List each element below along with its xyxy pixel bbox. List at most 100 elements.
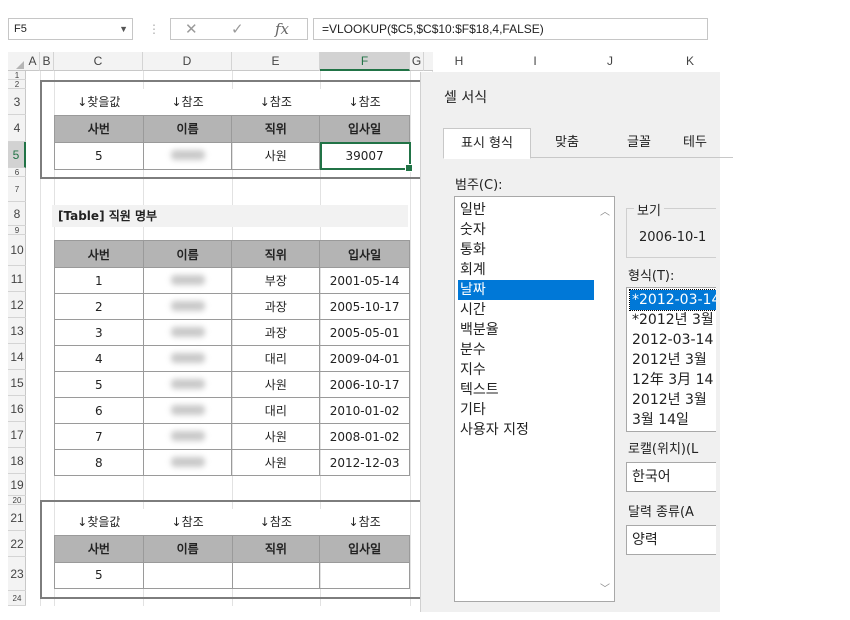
- column-header-f[interactable]: F: [320, 52, 410, 71]
- header-cell[interactable]: 이름: [142, 240, 233, 268]
- cell-date[interactable]: 2009-04-01: [319, 345, 410, 372]
- list-item[interactable]: 분수: [458, 340, 594, 360]
- list-item[interactable]: 일반: [458, 200, 594, 220]
- row-header-18[interactable]: 18: [8, 448, 26, 474]
- list-item[interactable]: 사용자 지정: [458, 420, 594, 440]
- header-cell[interactable]: 입사일: [319, 240, 410, 268]
- cell-date[interactable]: 2005-05-01: [319, 319, 410, 346]
- cell-name[interactable]: [142, 397, 233, 424]
- list-item[interactable]: 12年 3月 14: [630, 370, 716, 390]
- cell-name[interactable]: [142, 267, 233, 294]
- row-header-9[interactable]: 9: [8, 226, 26, 235]
- column-header-b[interactable]: B: [40, 52, 54, 71]
- cell-f23[interactable]: [319, 561, 410, 589]
- column-header-k[interactable]: K: [665, 52, 715, 71]
- cell-id[interactable]: 6: [54, 397, 144, 424]
- row-header-21[interactable]: 21: [8, 505, 26, 531]
- row-header-15[interactable]: 15: [8, 370, 26, 396]
- cell-id[interactable]: 4: [54, 345, 144, 372]
- header-cell[interactable]: 사번: [54, 114, 144, 143]
- list-item[interactable]: 3월 14일: [630, 410, 716, 430]
- row-header-5[interactable]: 5: [8, 142, 26, 168]
- list-item[interactable]: *2012년 3월: [630, 310, 716, 330]
- column-header-h[interactable]: H: [434, 52, 484, 71]
- row-header-6[interactable]: 6: [8, 168, 26, 177]
- row-header-17[interactable]: 17: [8, 422, 26, 448]
- cell-title[interactable]: 대리: [231, 397, 321, 424]
- select-all-button[interactable]: [8, 52, 26, 71]
- cell-id[interactable]: 7: [54, 423, 144, 450]
- header-cell[interactable]: 이름: [142, 114, 233, 143]
- row-header-8[interactable]: 8: [8, 202, 26, 226]
- cell-c23[interactable]: 5: [54, 561, 144, 589]
- row-header-12[interactable]: 12: [8, 292, 26, 318]
- list-item[interactable]: 통화: [458, 240, 594, 260]
- cell-name[interactable]: [142, 423, 233, 450]
- cell-name[interactable]: [142, 371, 233, 398]
- cell-name[interactable]: [142, 293, 233, 320]
- row-header-7[interactable]: 7: [8, 177, 26, 202]
- list-item[interactable]: 지수: [458, 360, 594, 380]
- list-item[interactable]: 2012-03-14: [630, 330, 716, 350]
- list-item-selected[interactable]: 날짜: [458, 280, 594, 300]
- header-cell[interactable]: 사번: [54, 240, 144, 268]
- tab-font[interactable]: 글꼴: [603, 128, 675, 158]
- header-cell[interactable]: 직위: [231, 534, 321, 563]
- scroll-down-icon[interactable]: ﹀: [600, 580, 610, 595]
- list-item-selected[interactable]: *2012-03-14: [629, 289, 716, 311]
- row-header-23[interactable]: 23: [8, 557, 26, 591]
- calendar-select[interactable]: 양력: [626, 525, 716, 555]
- list-item[interactable]: 회계: [458, 260, 594, 280]
- tab-border[interactable]: 테두: [675, 128, 715, 158]
- header-cell[interactable]: 직위: [231, 240, 321, 268]
- header-cell[interactable]: 직위: [231, 114, 321, 143]
- enter-icon[interactable]: ✓: [231, 19, 244, 39]
- header-cell[interactable]: 입사일: [319, 534, 410, 563]
- cell-date[interactable]: 2012-12-03: [319, 449, 410, 476]
- row-header-3[interactable]: 3: [8, 89, 26, 115]
- formula-input[interactable]: =VLOOKUP($C5,$C$10:$F$18,4,FALSE): [313, 18, 708, 40]
- cell-id[interactable]: 2: [54, 293, 144, 320]
- cell-name[interactable]: [142, 345, 233, 372]
- fill-handle[interactable]: [405, 164, 413, 172]
- category-listbox[interactable]: 일반 숫자 통화 회계 날짜 시간 백분율 분수 지수 텍스트 기타 사용자 지…: [454, 196, 615, 602]
- row-header-2[interactable]: 2: [8, 80, 26, 89]
- list-item[interactable]: 기타: [458, 400, 594, 420]
- row-header-10[interactable]: 10: [8, 235, 26, 266]
- row-header-22[interactable]: 22: [8, 531, 26, 557]
- header-cell[interactable]: 입사일: [319, 114, 410, 143]
- name-box[interactable]: F5 ▼: [8, 18, 133, 40]
- cell-date[interactable]: 2006-10-17: [319, 371, 410, 398]
- row-header-24[interactable]: 24: [8, 591, 26, 606]
- row-header-11[interactable]: 11: [8, 266, 26, 292]
- list-item[interactable]: 2012년 3월: [630, 390, 716, 410]
- row-header-20[interactable]: 20: [8, 496, 26, 505]
- column-header-j[interactable]: J: [585, 52, 635, 71]
- cell-e23[interactable]: [231, 561, 321, 589]
- tab-number[interactable]: 표시 형식: [443, 128, 531, 159]
- cell-title[interactable]: 사원: [231, 449, 321, 476]
- cell-title[interactable]: 대리: [231, 345, 321, 372]
- cell-date[interactable]: 2008-01-02: [319, 423, 410, 450]
- column-header-a[interactable]: A: [26, 52, 40, 71]
- cell-id[interactable]: 3: [54, 319, 144, 346]
- list-item[interactable]: 숫자: [458, 220, 594, 240]
- chevron-down-icon[interactable]: ▼: [119, 19, 128, 39]
- row-header-14[interactable]: 14: [8, 344, 26, 370]
- row-header-13[interactable]: 13: [8, 318, 26, 344]
- cell-d23[interactable]: [142, 561, 233, 589]
- header-cell[interactable]: 사번: [54, 534, 144, 563]
- cell-name[interactable]: [142, 319, 233, 346]
- cell-name[interactable]: [142, 449, 233, 476]
- cell-title[interactable]: 부장: [231, 267, 321, 294]
- table-title[interactable]: [Table] 직원 명부: [52, 205, 408, 227]
- list-item[interactable]: 텍스트: [458, 380, 594, 400]
- cell-c5[interactable]: 5: [54, 141, 144, 170]
- cell-e5[interactable]: 사원: [231, 141, 321, 170]
- cell-date[interactable]: 2001-05-14: [319, 267, 410, 294]
- column-header-g[interactable]: G: [410, 52, 424, 71]
- cell-title[interactable]: 과장: [231, 293, 321, 320]
- list-item[interactable]: 2012년 3월: [630, 350, 716, 370]
- header-cell[interactable]: 이름: [142, 534, 233, 563]
- cell-id[interactable]: 8: [54, 449, 144, 476]
